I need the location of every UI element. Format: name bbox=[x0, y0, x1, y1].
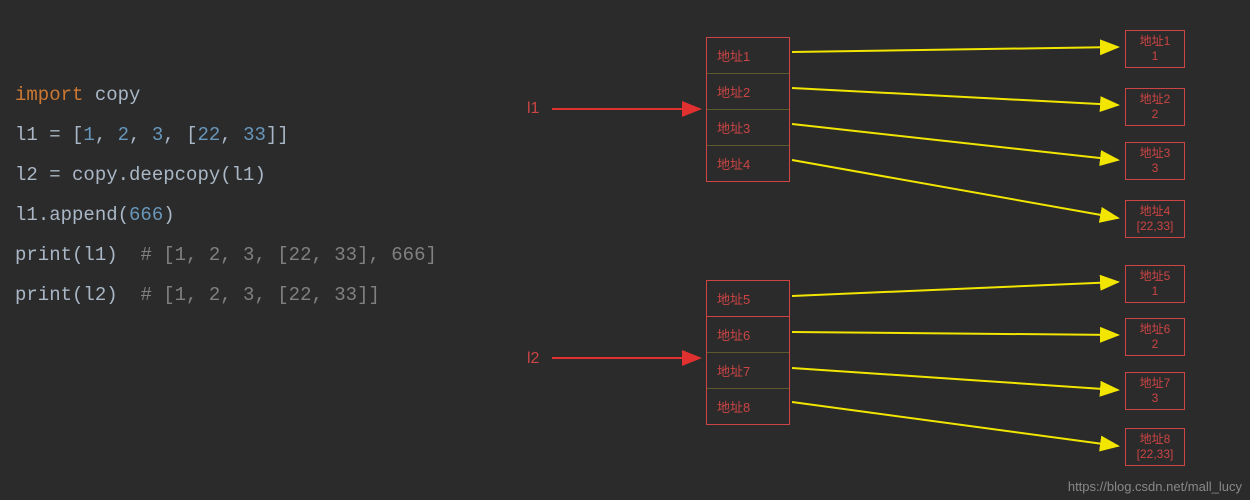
arrow-addr2 bbox=[792, 88, 1118, 105]
label-l2: l2 bbox=[527, 350, 539, 368]
code-block: import copy l1 = [1, 2, 3, [22, 33]] l2 … bbox=[15, 75, 437, 315]
value-box-4: 地址4[22,33] bbox=[1125, 200, 1185, 238]
address-stack-l1: 地址1 地址2 地址3 地址4 bbox=[706, 37, 790, 182]
code-line-5: print(l1) # [1, 2, 3, [22, 33], 666] bbox=[15, 235, 437, 275]
value-box-7: 地址73 bbox=[1125, 372, 1185, 410]
arrow-addr7 bbox=[792, 368, 1118, 390]
addr-cell-6: 地址6 bbox=[707, 317, 789, 353]
watermark: https://blog.csdn.net/mall_lucy bbox=[1068, 479, 1242, 494]
arrow-addr4 bbox=[792, 160, 1118, 218]
address-stack-l2: 地址5 地址6 地址7 地址8 bbox=[706, 280, 790, 425]
addr-cell-4: 地址4 bbox=[707, 146, 789, 181]
value-box-6: 地址62 bbox=[1125, 318, 1185, 356]
code-line-6: print(l2) # [1, 2, 3, [22, 33]] bbox=[15, 275, 437, 315]
arrow-addr8 bbox=[792, 402, 1118, 446]
addr-cell-2: 地址2 bbox=[707, 74, 789, 110]
arrow-addr5 bbox=[792, 282, 1118, 296]
value-box-5: 地址51 bbox=[1125, 265, 1185, 303]
addr-cell-1: 地址1 bbox=[707, 38, 789, 74]
code-line-4: l1.append(666) bbox=[15, 195, 437, 235]
arrow-addr6 bbox=[792, 332, 1118, 335]
addr-cell-3: 地址3 bbox=[707, 110, 789, 146]
arrow-addr3 bbox=[792, 124, 1118, 160]
code-line-2: l1 = [1, 2, 3, [22, 33]] bbox=[15, 115, 437, 155]
value-box-2: 地址22 bbox=[1125, 88, 1185, 126]
addr-cell-7: 地址7 bbox=[707, 353, 789, 389]
label-l1: l1 bbox=[527, 100, 539, 118]
addr-cell-5: 地址5 bbox=[707, 281, 789, 317]
code-line-1: import copy bbox=[15, 75, 437, 115]
value-box-8: 地址8[22,33] bbox=[1125, 428, 1185, 466]
addr-cell-8: 地址8 bbox=[707, 389, 789, 424]
value-box-3: 地址33 bbox=[1125, 142, 1185, 180]
arrow-addr1 bbox=[792, 47, 1118, 52]
value-box-1: 地址11 bbox=[1125, 30, 1185, 68]
code-line-3: l2 = copy.deepcopy(l1) bbox=[15, 155, 437, 195]
